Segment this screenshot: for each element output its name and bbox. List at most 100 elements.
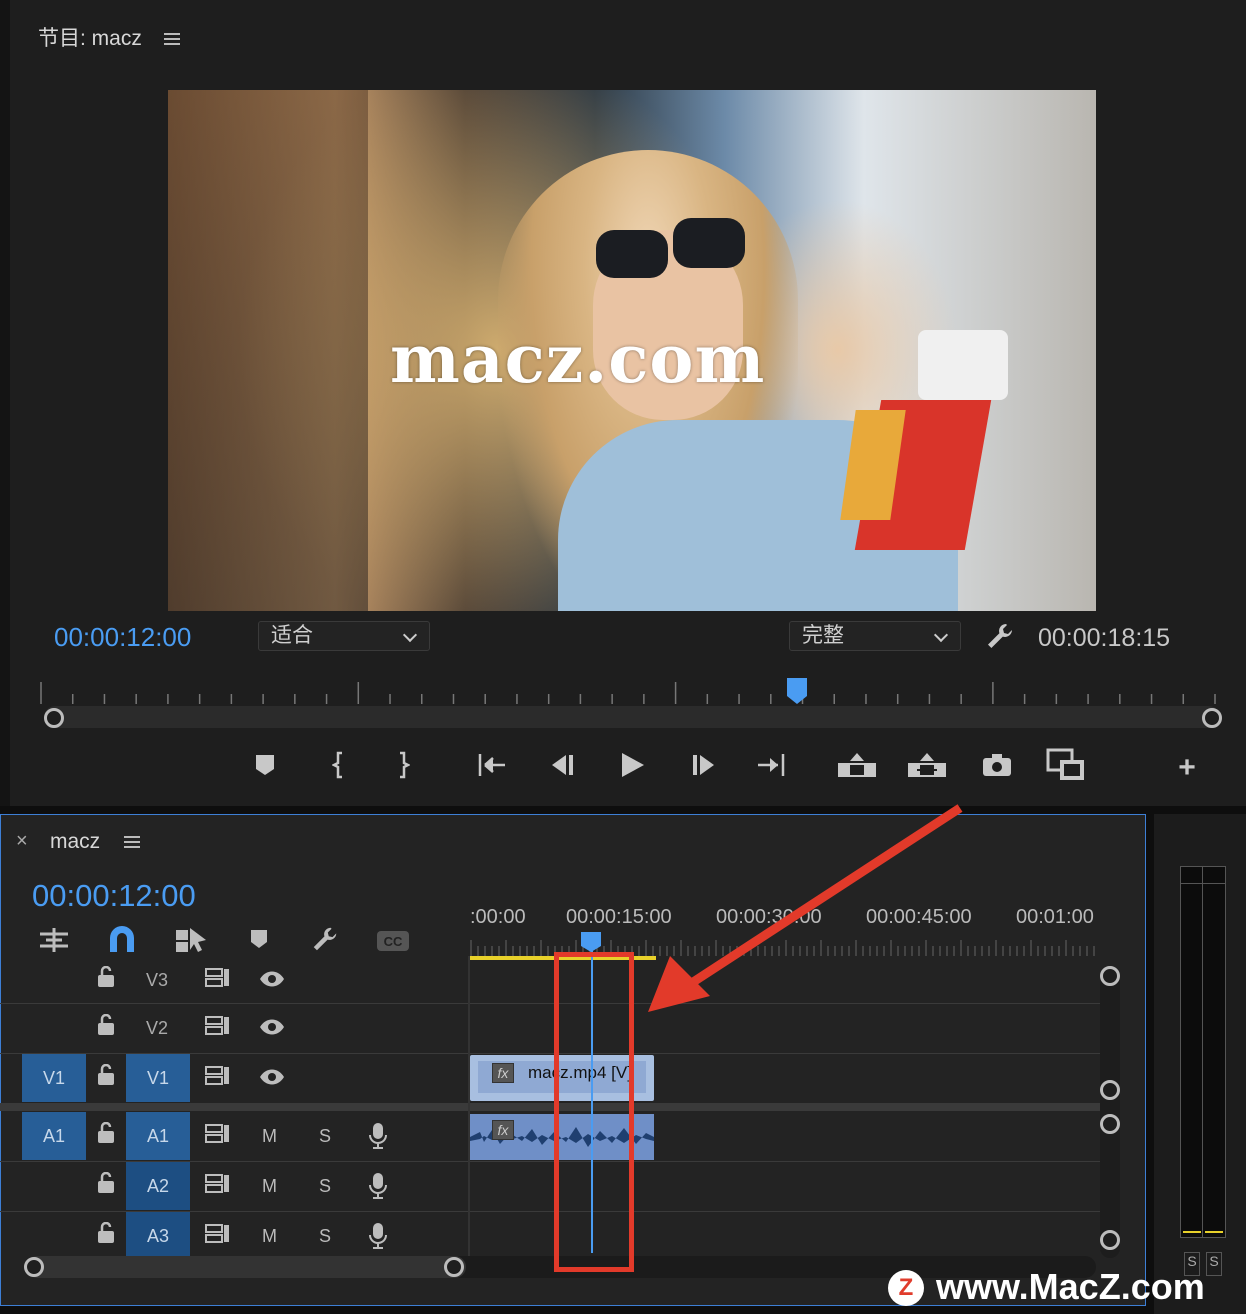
meter-level-right bbox=[1205, 1231, 1223, 1233]
track-header-a3: A3 M S bbox=[0, 1212, 1100, 1261]
sync-lock-icon[interactable] bbox=[205, 1016, 231, 1041]
export-frame-button[interactable] bbox=[977, 745, 1017, 785]
zoom-fit-value: 适合 bbox=[271, 624, 313, 647]
sync-lock-icon[interactable] bbox=[205, 1224, 231, 1249]
lock-icon[interactable] bbox=[96, 1063, 116, 1091]
playhead-timecode[interactable]: 00:00:12:00 bbox=[54, 622, 191, 653]
lock-icon[interactable] bbox=[96, 1171, 116, 1199]
annotation-arrow-icon bbox=[648, 804, 963, 1012]
lift-icon bbox=[838, 753, 876, 777]
track-label-v3[interactable]: V3 bbox=[146, 970, 168, 991]
vertical-scroll-track[interactable] bbox=[1100, 968, 1120, 1258]
close-tab-icon[interactable]: × bbox=[16, 830, 28, 853]
lock-icon[interactable] bbox=[96, 1221, 116, 1249]
mark-out-icon bbox=[400, 751, 410, 779]
go-to-out-button[interactable] bbox=[750, 745, 790, 785]
mark-in-button[interactable] bbox=[319, 745, 359, 785]
extract-button[interactable] bbox=[907, 745, 947, 785]
snap-magnet-icon[interactable] bbox=[106, 926, 138, 959]
playback-resolution-select[interactable]: 完整 bbox=[789, 621, 961, 651]
go-to-out-icon bbox=[758, 754, 785, 776]
track-target-a2[interactable]: A2 bbox=[126, 1162, 190, 1210]
ruler-label-0: :00:00 bbox=[470, 906, 526, 928]
insert-nest-icon[interactable] bbox=[38, 926, 70, 959]
mute-button[interactable]: M bbox=[262, 1126, 277, 1147]
settings-wrench-icon[interactable] bbox=[984, 620, 1016, 657]
microphone-icon[interactable] bbox=[368, 1172, 388, 1205]
site-logo-icon: Z bbox=[888, 1270, 924, 1306]
captions-icon[interactable]: CC bbox=[376, 930, 410, 957]
microphone-icon[interactable] bbox=[368, 1122, 388, 1155]
sync-lock-icon[interactable] bbox=[205, 968, 231, 993]
eye-icon[interactable] bbox=[258, 1018, 286, 1041]
program-ruler[interactable] bbox=[40, 682, 1216, 704]
lift-button[interactable] bbox=[837, 745, 877, 785]
sync-lock-icon[interactable] bbox=[205, 1124, 231, 1149]
mute-button[interactable]: M bbox=[262, 1226, 277, 1247]
linked-selection-icon[interactable] bbox=[174, 926, 208, 959]
step-forward-button[interactable] bbox=[684, 745, 724, 785]
scroll-end-handle[interactable] bbox=[1202, 708, 1222, 728]
track-label-v2[interactable]: V2 bbox=[146, 1018, 168, 1039]
button-editor-plus-icon[interactable]: + bbox=[1167, 748, 1207, 788]
solo-button[interactable]: S bbox=[319, 1126, 331, 1147]
go-to-in-button[interactable] bbox=[473, 745, 513, 785]
microphone-icon[interactable] bbox=[368, 1222, 388, 1255]
hscroll-left-handle[interactable] bbox=[24, 1257, 44, 1277]
hscroll-right-handle[interactable] bbox=[444, 1257, 464, 1277]
vscroll-handle-bottom[interactable] bbox=[1100, 1230, 1120, 1250]
scroll-start-handle[interactable] bbox=[44, 708, 64, 728]
sequence-tab-label: macz bbox=[50, 830, 101, 853]
lock-icon[interactable] bbox=[96, 1013, 116, 1041]
play-icon bbox=[622, 753, 644, 777]
meter-channels bbox=[1180, 866, 1226, 1238]
zoom-fit-select[interactable]: 适合 bbox=[258, 621, 430, 651]
mute-button[interactable]: M bbox=[262, 1176, 277, 1197]
van-shape bbox=[918, 330, 1008, 400]
panel-tab-program[interactable]: 节目: macz bbox=[38, 22, 180, 52]
svg-text:CC: CC bbox=[384, 934, 403, 949]
lock-icon[interactable] bbox=[96, 965, 116, 993]
step-back-icon bbox=[552, 755, 573, 775]
source-patch-a1[interactable]: A1 bbox=[22, 1112, 86, 1160]
chevron-down-icon bbox=[933, 627, 949, 643]
panel-title: 节目: macz bbox=[38, 27, 142, 50]
comparison-view-icon bbox=[1046, 748, 1084, 780]
video-watermark-text: macz.com bbox=[390, 320, 766, 398]
eye-icon[interactable] bbox=[258, 970, 286, 993]
vscroll-handle-video-bottom[interactable] bbox=[1100, 1080, 1120, 1100]
fx-badge-icon: fx bbox=[492, 1120, 514, 1140]
solo-button[interactable]: S bbox=[319, 1226, 331, 1247]
source-patch-v1[interactable]: V1 bbox=[22, 1054, 86, 1102]
vscroll-handle-audio-top[interactable] bbox=[1100, 1114, 1120, 1134]
mark-out-button[interactable] bbox=[383, 745, 423, 785]
track-target-v1[interactable]: V1 bbox=[126, 1054, 190, 1102]
panel-menu-icon[interactable] bbox=[124, 836, 141, 849]
timeline-settings-wrench-icon[interactable] bbox=[310, 924, 340, 959]
duration-timecode: 00:00:18:15 bbox=[1038, 624, 1171, 652]
add-marker-button[interactable] bbox=[245, 745, 285, 785]
track-header-a2: A2 M S bbox=[0, 1162, 1100, 1212]
track-target-a1[interactable]: A1 bbox=[126, 1112, 190, 1160]
play-button[interactable] bbox=[612, 745, 652, 785]
extract-icon bbox=[908, 753, 946, 777]
track-target-a3[interactable]: A3 bbox=[126, 1212, 190, 1260]
meter-solo-right[interactable]: S bbox=[1206, 1252, 1222, 1276]
sequence-tab[interactable]: macz bbox=[50, 830, 141, 854]
sync-lock-icon[interactable] bbox=[205, 1066, 231, 1091]
comparison-view-button[interactable] bbox=[1046, 745, 1086, 785]
lock-icon[interactable] bbox=[96, 1121, 116, 1149]
add-marker-icon[interactable] bbox=[248, 928, 270, 955]
timeline-timecode[interactable]: 00:00:12:00 bbox=[32, 878, 196, 914]
zoom-scroll-bar[interactable] bbox=[44, 706, 1220, 728]
sync-lock-icon[interactable] bbox=[205, 1174, 231, 1199]
marker-icon bbox=[256, 755, 274, 775]
horizontal-scroll-thumb[interactable] bbox=[26, 1256, 466, 1278]
eye-icon[interactable] bbox=[258, 1068, 286, 1091]
meter-level-left bbox=[1183, 1231, 1201, 1233]
vscroll-handle-top[interactable] bbox=[1100, 966, 1120, 986]
playhead-marker-icon[interactable] bbox=[785, 678, 809, 709]
panel-menu-icon[interactable] bbox=[163, 33, 180, 46]
step-back-button[interactable] bbox=[542, 745, 582, 785]
solo-button[interactable]: S bbox=[319, 1176, 331, 1197]
